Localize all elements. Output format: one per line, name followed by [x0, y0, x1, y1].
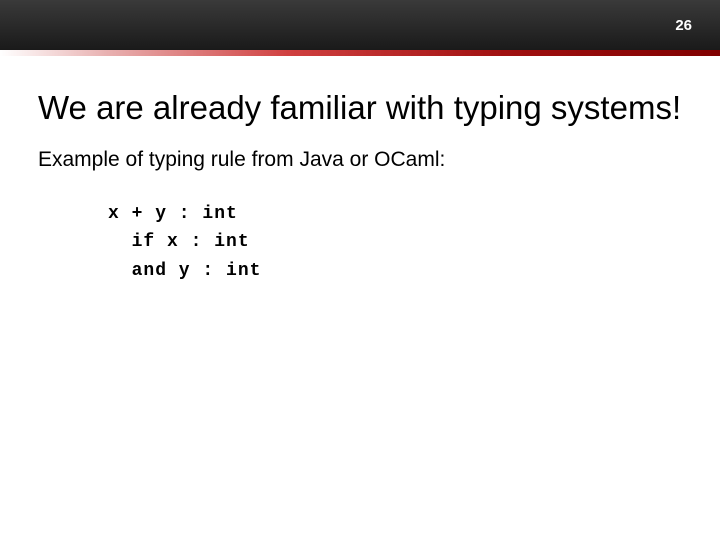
header-bar: 26: [0, 0, 720, 50]
slide-title: We are already familiar with typing syst…: [38, 88, 682, 128]
slide-content: We are already familiar with typing syst…: [0, 56, 720, 318]
page-number: 26: [675, 17, 692, 34]
slide-subtitle: Example of typing rule from Java or OCam…: [38, 148, 682, 172]
code-example: x + y : int if x : int and y : int: [108, 200, 682, 286]
